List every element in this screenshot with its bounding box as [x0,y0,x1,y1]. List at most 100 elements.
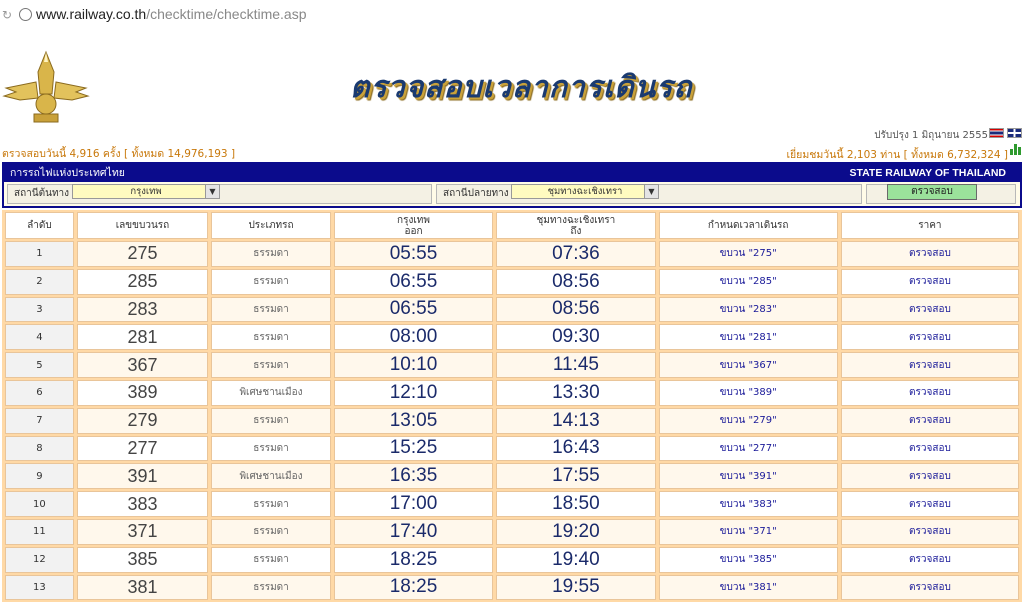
arrive-time: 16:43 [496,435,656,462]
price-link-text[interactable]: ตรวจสอบ [909,582,951,593]
schedule-link-text[interactable]: ขบวน "283" [720,304,777,315]
price-link[interactable]: ตรวจสอบ [840,268,1019,295]
chevron-down-icon[interactable]: ▼ [205,185,219,198]
price-link[interactable]: ตรวจสอบ [840,546,1019,573]
depart-time: 16:35 [333,463,494,490]
schedule-link[interactable]: ขบวน "283" [658,296,838,323]
table-row: 11 371 ธรรมดา 17:40 19:20 ขบวน "371" ตรวจสอบ [5,518,1019,545]
updated-date: ปรับปรุง 1 มิถุนายน 2555 [874,130,988,141]
price-link[interactable]: ตรวจสอบ [840,407,1019,434]
schedule-link[interactable]: ขบวน "389" [658,379,838,406]
schedule-link-text[interactable]: ขบวน "281" [720,332,777,343]
depart-time: 05:55 [333,241,494,267]
schedule-link-text[interactable]: ขบวน "279" [720,415,777,426]
depart-time: 15:25 [333,435,494,462]
depart-time: 17:40 [333,518,494,545]
price-link-text[interactable]: ตรวจสอบ [909,276,951,287]
price-link[interactable]: ตรวจสอบ [840,574,1019,601]
chevron-down-icon[interactable]: ▼ [644,185,658,198]
origin-select[interactable]: กรุงเทพ ▼ [72,184,220,199]
row-index: 5 [5,352,74,378]
schedule-link[interactable]: ขบวน "371" [658,518,838,545]
price-link-text[interactable]: ตรวจสอบ [909,304,951,315]
train-number: 279 [76,407,209,434]
table-row: 8 277 ธรรมดา 15:25 16:43 ขบวน "277" ตรวจสอบ [5,435,1019,462]
arrive-time: 18:50 [496,491,656,517]
depart-time: 18:25 [333,574,494,601]
price-link[interactable]: ตรวจสอบ [840,324,1019,351]
stats-chart-icon[interactable] [1010,144,1022,155]
table-row: 4 281 ธรรมดา 08:00 09:30 ขบวน "281" ตรวจสอบ [5,324,1019,351]
schedule-link-text[interactable]: ขบวน "367" [720,360,777,371]
table-row: 12 385 ธรรมดา 18:25 19:40 ขบวน "385" ตรวจสอบ [5,546,1019,573]
train-type: ธรรมดา [211,352,331,378]
schedule-link-text[interactable]: ขบวน "391" [720,471,777,482]
price-link[interactable]: ตรวจสอบ [840,352,1019,378]
row-index: 10 [5,491,74,517]
row-index: 8 [5,435,74,462]
price-link-text[interactable]: ตรวจสอบ [909,248,951,259]
schedule-link[interactable]: ขบวน "391" [658,463,838,490]
schedule-link[interactable]: ขบวน "383" [658,491,838,517]
row-index: 6 [5,379,74,406]
uk-flag-icon[interactable] [1007,128,1022,138]
row-index: 13 [5,574,74,601]
col-depart: กรุงเทพ ออก [333,212,494,239]
price-link[interactable]: ตรวจสอบ [840,241,1019,267]
schedule-link[interactable]: ขบวน "367" [658,352,838,378]
price-link[interactable]: ตรวจสอบ [840,296,1019,323]
train-type: ธรรมดา [211,296,331,323]
row-index: 9 [5,463,74,490]
schedule-link-text[interactable]: ขบวน "389" [720,387,777,398]
arrive-time: 08:56 [496,268,656,295]
col-price: ราคา [840,212,1019,239]
schedule-link-text[interactable]: ขบวน "385" [720,554,777,565]
train-number: 389 [76,379,209,406]
check-count-total: [ ทั้งหมด 14,976,193 ] [124,148,236,160]
price-link-text[interactable]: ตรวจสอบ [909,415,951,426]
address-bar[interactable]: ↻ www.railway.co.th/checktime/checktime.… [0,0,1024,30]
price-link-text[interactable]: ตรวจสอบ [909,443,951,454]
table-row: 10 383 ธรรมดา 17:00 18:50 ขบวน "383" ตรวจสอบ [5,491,1019,517]
schedule-link[interactable]: ขบวน "285" [658,268,838,295]
schedule-link-text[interactable]: ขบวน "275" [720,248,777,259]
row-index: 1 [5,241,74,267]
schedule-link[interactable]: ขบวน "279" [658,407,838,434]
dest-select[interactable]: ชุมทางฉะเชิงเทรา ▼ [511,184,659,199]
globe-icon [19,8,32,21]
schedule-link-text[interactable]: ขบวน "277" [720,443,777,454]
price-link[interactable]: ตรวจสอบ [840,491,1019,517]
table-row: 1 275 ธรรมดา 05:55 07:36 ขบวน "275" ตรวจสอบ [5,241,1019,267]
price-link-text[interactable]: ตรวจสอบ [909,332,951,343]
price-link-text[interactable]: ตรวจสอบ [909,526,951,537]
price-link-text[interactable]: ตรวจสอบ [909,554,951,565]
schedule-link-text[interactable]: ขบวน "371" [720,526,777,537]
price-link-text[interactable]: ตรวจสอบ [909,360,951,371]
price-link[interactable]: ตรวจสอบ [840,463,1019,490]
schedule-link[interactable]: ขบวน "381" [658,574,838,601]
origin-label: สถานีต้นทาง [14,188,70,199]
check-count: ตรวจสอบวันนี้ 4,916 ครั้ง [ ทั้งหมด 14,9… [2,145,235,162]
train-number: 383 [76,491,209,517]
price-link-text[interactable]: ตรวจสอบ [909,387,951,398]
price-link[interactable]: ตรวจสอบ [840,435,1019,462]
url-text[interactable]: www.railway.co.th/checktime/checktime.as… [36,6,307,22]
price-link-text[interactable]: ตรวจสอบ [909,499,951,510]
reload-icon[interactable]: ↻ [2,8,16,22]
depart-time: 12:10 [333,379,494,406]
search-row: สถานีต้นทาง กรุงเทพ ▼ สถานีปลายทาง ชุมทา… [4,182,1020,206]
schedule-link-text[interactable]: ขบวน "383" [720,499,777,510]
schedule-link-text[interactable]: ขบวน "285" [720,276,777,287]
origin-value: กรุงเทพ [130,186,162,197]
schedule-link[interactable]: ขบวน "275" [658,241,838,267]
check-button[interactable]: ตรวจสอบ [887,184,977,200]
schedule-link[interactable]: ขบวน "385" [658,546,838,573]
price-link[interactable]: ตรวจสอบ [840,379,1019,406]
schedule-link[interactable]: ขบวน "281" [658,324,838,351]
schedule-link-text[interactable]: ขบวน "381" [720,582,777,593]
price-link[interactable]: ตรวจสอบ [840,518,1019,545]
table-row: 7 279 ธรรมดา 13:05 14:13 ขบวน "279" ตรวจสอบ [5,407,1019,434]
schedule-link[interactable]: ขบวน "277" [658,435,838,462]
price-link-text[interactable]: ตรวจสอบ [909,471,951,482]
thai-flag-icon[interactable] [989,128,1004,138]
